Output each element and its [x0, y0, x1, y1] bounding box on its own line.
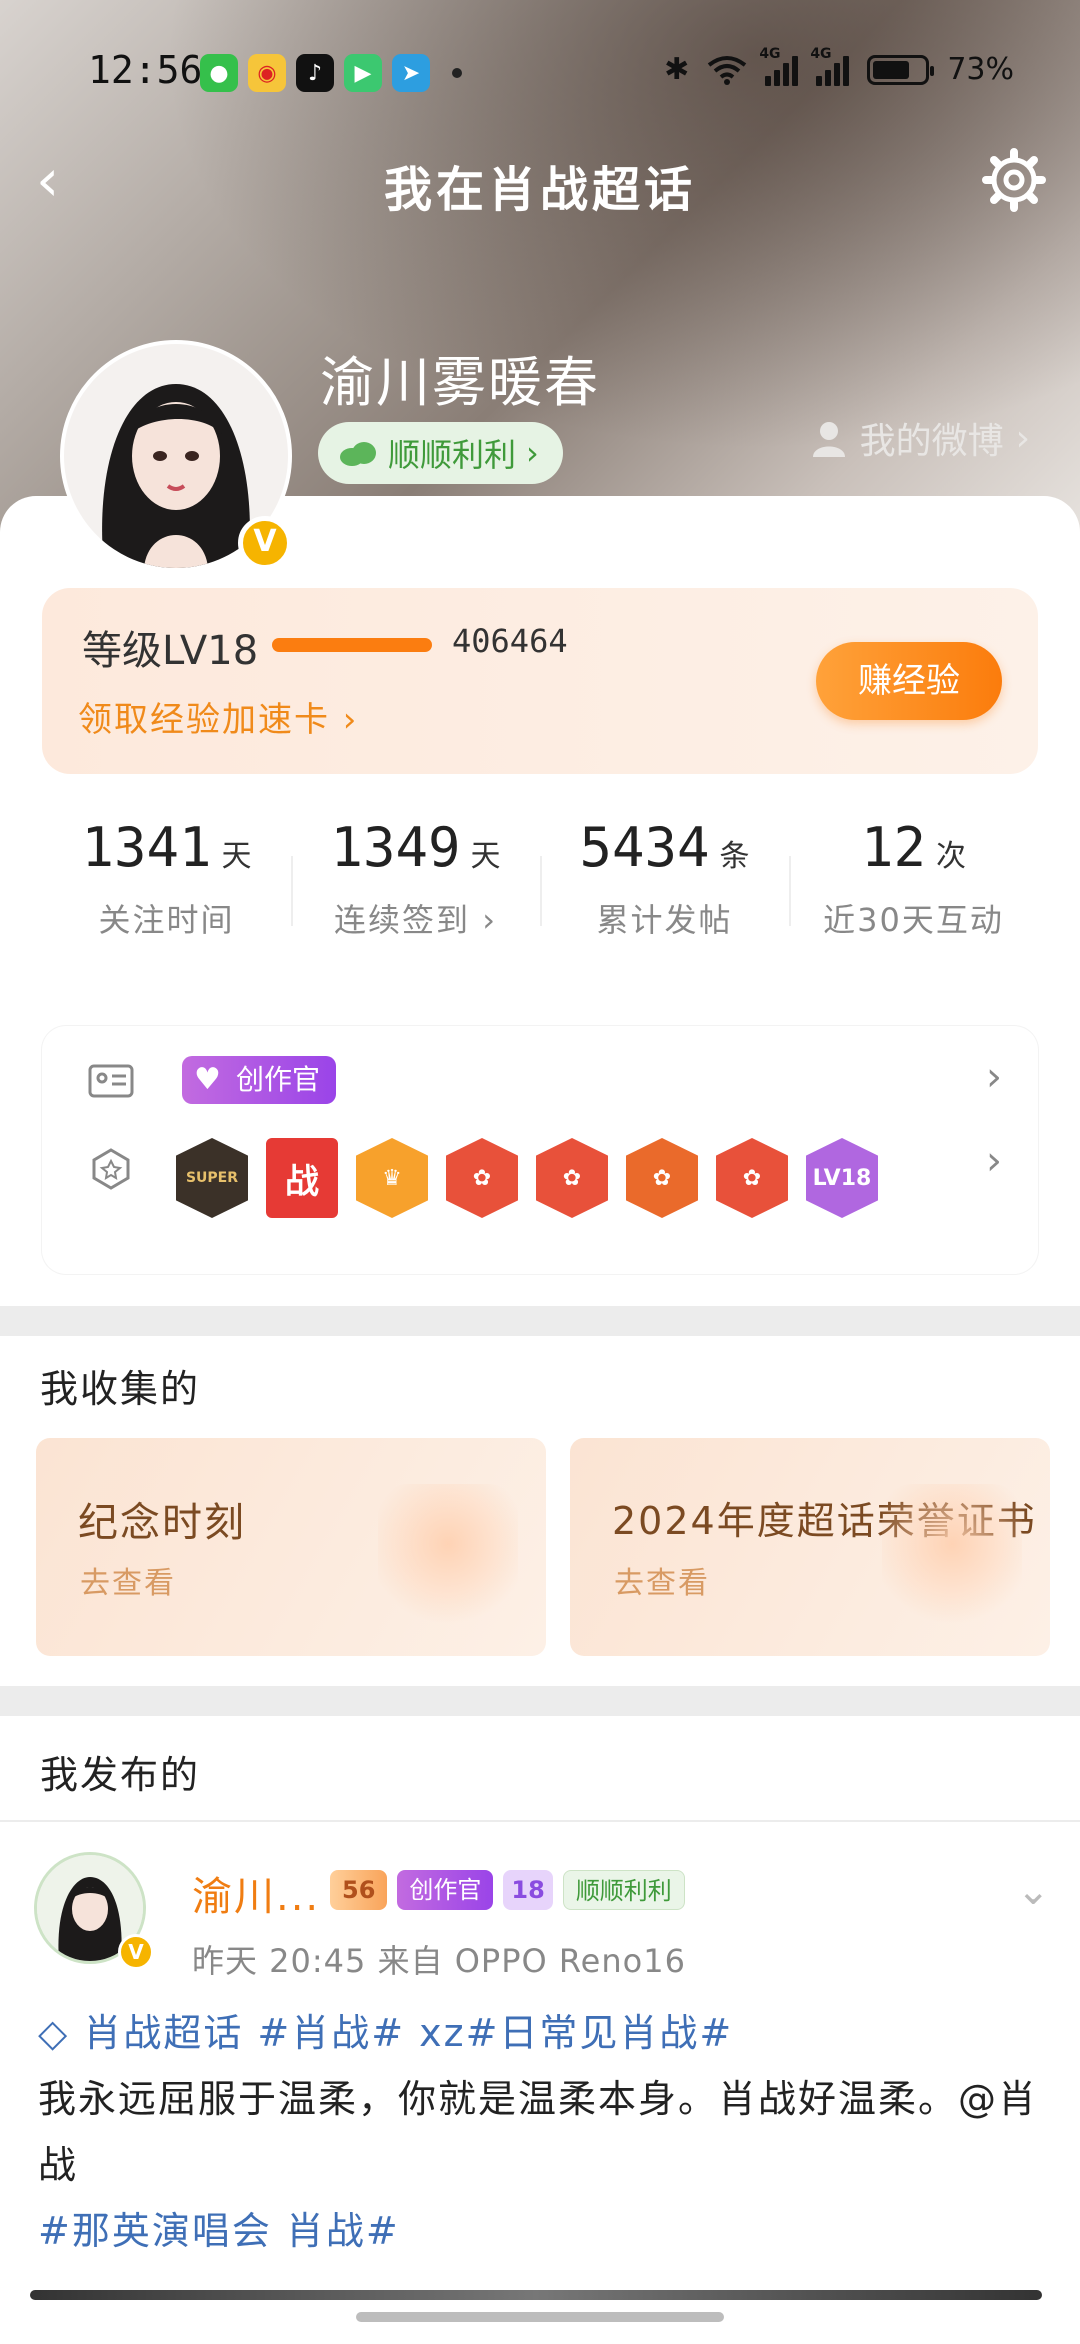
stats-row: 1341 天 关注时间 1349 天 连续签到 › 5434 条 累计发帖 12 次 近…	[42, 816, 1038, 956]
stat-interactions: 12 次 近30天互动	[789, 816, 1038, 956]
medal-lv18: LV18	[806, 1138, 878, 1218]
stat-follow-days: 1341 天 关注时间	[81, 816, 252, 939]
badges-panel: 创作官 › SUPER 战 ♛ ✿ ✿ ✿ ✿ LV18 ›	[42, 1026, 1038, 1274]
medal-rabbit-4: ✿	[716, 1138, 788, 1218]
status-right: ✱ 4G 4G 73%	[664, 46, 1014, 88]
level-panel: 等级LV18 406464 领取经验加速卡 › 赚经验	[42, 588, 1038, 774]
cloud-icon	[340, 442, 376, 466]
medal-super: SUPER	[176, 1138, 248, 1218]
award-medal-icon	[882, 1484, 1022, 1634]
profile-card: 等级LV18 406464 领取经验加速卡 › 赚经验 1341 天 关注时间 1…	[0, 496, 1080, 1306]
collection-certificate[interactable]: 2024年度超话荣誉证书 去查看	[570, 1438, 1050, 1656]
posts-title: 我发布的	[40, 1753, 201, 1797]
signal-icon-1: 4G	[759, 46, 799, 86]
wifi-icon	[708, 55, 747, 85]
home-indicator[interactable]	[356, 2312, 724, 2322]
post-content: 我永远屈服于温柔，你就是温柔本身。肖战好温柔。@肖战	[38, 2077, 1039, 2187]
battery-percent: 73%	[947, 52, 1014, 87]
id-card-icon	[88, 1064, 134, 1098]
chevron-right-icon[interactable]: ›	[986, 1054, 1002, 1100]
collections-section: 我收集的 纪念时刻 去查看 2024年度超话荣誉证书 去查看	[0, 1336, 1080, 1686]
earn-exp-button[interactable]: 赚经验	[816, 642, 1002, 720]
author-tags: 56 创作官 18 顺顺利利	[330, 1870, 685, 1910]
medal-icon	[92, 1148, 130, 1190]
stat-checkin-days[interactable]: 1349 天 连续签到 ›	[291, 816, 540, 956]
tiktok-icon: ♪	[296, 54, 334, 92]
signal-icon-2: 4G	[810, 46, 850, 86]
chevron-down-icon[interactable]: ⌄	[1016, 1868, 1050, 1914]
status-time: 12:56	[88, 48, 203, 92]
post-author-name[interactable]: 渝川...	[192, 1864, 320, 1922]
status-bar: 12:56 ● ◉ ♪ ▶ ➤ ✱ 4G 4G 73%	[0, 46, 1080, 98]
level-label: 等级LV18	[82, 628, 259, 674]
medal-rabbit-3: ✿	[626, 1138, 698, 1218]
creator-badge[interactable]: 创作官	[182, 1056, 337, 1104]
settings-gear-icon[interactable]	[978, 144, 1050, 216]
more-notifications-icon	[452, 68, 462, 78]
post-hashtag[interactable]: #那英演唱会 肖战#	[38, 2198, 1048, 2264]
verified-badge-icon: V	[118, 1934, 154, 1970]
collections-title: 我收集的	[40, 1367, 201, 1411]
post-image-edge	[30, 2290, 1042, 2300]
status-badge-button[interactable]: 顺顺利利 ›	[318, 422, 563, 484]
medal-rabbit-2: ✿	[536, 1138, 608, 1218]
posts-section-header: 我发布的	[0, 1716, 1080, 1820]
username[interactable]: 渝川雾暖春	[320, 338, 600, 417]
boost-card-link[interactable]: 领取经验加速卡 ›	[78, 692, 358, 741]
medal-crown: ♛	[356, 1138, 428, 1218]
video-app-icon: ▶	[344, 54, 382, 92]
post-card[interactable]: V 渝川... 56 创作官 18 顺顺利利 ⌄ 昨天 20:45 来自 OPP…	[0, 1822, 1080, 2344]
level-progress-bar	[272, 638, 432, 652]
my-weibo-link[interactable]: 我的微博 ›	[810, 412, 1030, 464]
medal-list[interactable]: SUPER 战 ♛ ✿ ✿ ✿ ✿ LV18	[176, 1138, 878, 1218]
page-title: 我在肖战超话	[383, 162, 696, 218]
diamond-tag: 18	[503, 1870, 553, 1910]
level-tag: 56	[330, 1870, 388, 1910]
bluetooth-icon: ✱	[664, 52, 690, 87]
post-text: ◇ 肖战超话 #肖战# xz#日常见肖战# 我永远屈服于温柔，你就是温柔本身。肖…	[38, 2000, 1048, 2264]
telegram-icon: ➤	[392, 54, 430, 92]
nav-bar: ‹ 我在肖战超话	[0, 140, 1080, 220]
weibo-icon: ◉	[248, 54, 286, 92]
medal-rabbit-1: ✿	[446, 1138, 518, 1218]
level-exp: 406464	[452, 622, 568, 660]
my-weibo-label: 我的微博	[859, 421, 1004, 462]
creator-tag: 创作官	[397, 1870, 494, 1910]
medal-zhan: 战	[266, 1138, 338, 1218]
post-meta: 昨天 20:45 来自 OPPO Reno16	[192, 1942, 686, 1980]
notification-icons: ● ◉ ♪ ▶ ➤	[200, 54, 462, 92]
calendar-heart-icon	[378, 1484, 518, 1634]
chevron-right-icon: ›	[1015, 417, 1030, 459]
status-tag: 顺顺利利	[562, 1870, 685, 1910]
stat-posts: 5434 条 累计发帖	[540, 816, 789, 956]
verified-badge-icon: V	[238, 516, 292, 570]
wechat-icon: ●	[200, 54, 238, 92]
chevron-right-icon[interactable]: ›	[986, 1138, 1002, 1184]
person-icon	[812, 422, 845, 457]
chevron-right-icon: ›	[526, 434, 539, 472]
battery-icon	[867, 54, 935, 85]
collection-memorial[interactable]: 纪念时刻 去查看	[36, 1438, 546, 1656]
status-badge-text: 顺顺利利	[388, 436, 517, 474]
post-topic-line[interactable]: ◇ 肖战超话 #肖战# xz#日常见肖战#	[38, 2000, 1048, 2066]
